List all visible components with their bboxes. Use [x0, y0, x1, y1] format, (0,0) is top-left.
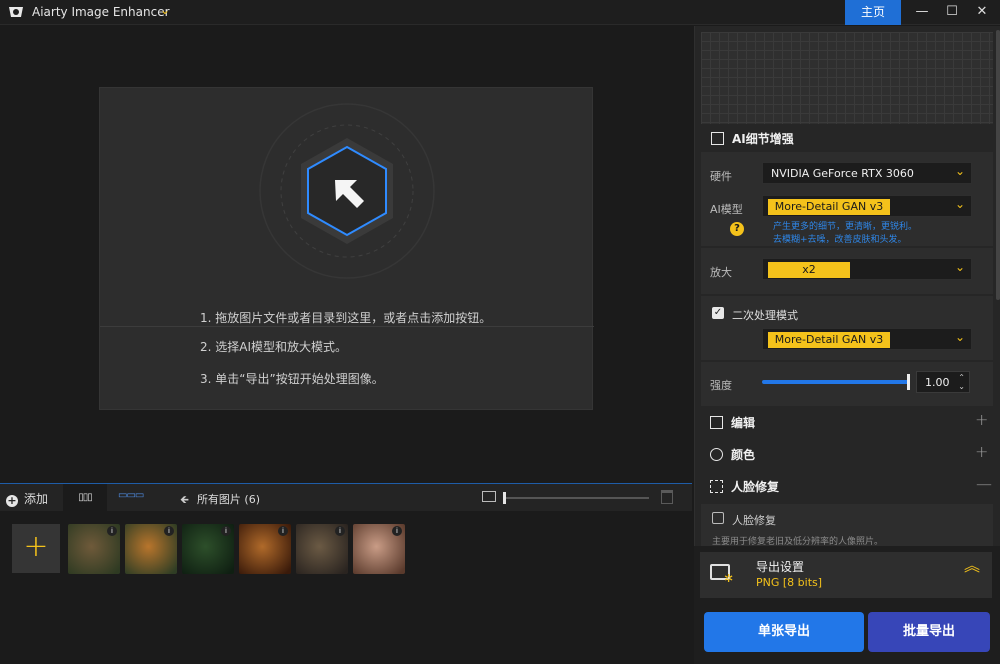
- strength-slider-handle[interactable]: [907, 374, 910, 390]
- app-logo-icon: [9, 7, 23, 17]
- single-export-button[interactable]: 单张导出: [704, 612, 864, 652]
- chevron-down-icon: ⌄: [954, 164, 965, 178]
- second-pass-model-value: More-Detail GAN v3: [768, 332, 890, 348]
- thumbnail-tiger[interactable]: i: [125, 524, 177, 574]
- model-select[interactable]: More-Detail GAN v3 ⌄: [762, 195, 972, 217]
- zoom-slider-handle[interactable]: [503, 492, 506, 504]
- second-pass-model-select[interactable]: More-Detail GAN v3 ⌄: [762, 328, 972, 350]
- thumbnail-toolbar: + 添加 ▯▯▯ ▭▭▭ 🡸 所有图片 (6): [0, 483, 692, 512]
- double-chevron-up-icon[interactable]: ︽: [964, 558, 980, 574]
- thumbnail-armored-animal[interactable]: i: [296, 524, 348, 574]
- edit-title: 编辑: [731, 416, 756, 430]
- strength-slider[interactable]: [762, 380, 910, 384]
- thumbnail-strip: + i i i i i i: [0, 512, 692, 662]
- palette-icon: [710, 448, 723, 461]
- plus-circle-icon: +: [6, 494, 18, 507]
- instruction-step-2: 2. 选择AI模型和放大模式。: [200, 340, 348, 354]
- export-settings-title: 导出设置: [756, 560, 805, 574]
- model-label: AI模型: [710, 203, 743, 216]
- second-pass-checkbox[interactable]: ✓: [712, 307, 724, 319]
- instruction-step-3: 3. 单击“导出”按钮开始处理图像。: [200, 372, 384, 386]
- strength-stepper[interactable]: 1.00 ⌃ ⌄: [916, 371, 970, 393]
- instruction-step-1: 1. 拖放图片文件或者目录到这里，或者点击添加按钮。: [200, 311, 492, 325]
- dropzone-divider: [100, 326, 594, 327]
- minimize-icon[interactable]: —: [912, 2, 932, 22]
- maximize-icon[interactable]: ☐: [942, 2, 962, 22]
- edit-icon: [710, 416, 723, 429]
- info-badge-icon: i: [164, 526, 174, 536]
- all-pictures-label: 所有图片 (6): [196, 493, 261, 506]
- main-canvas: 1. 拖放图片文件或者目录到这里，或者点击添加按钮。 2. 选择AI模型和放大模…: [0, 26, 692, 481]
- color-header[interactable]: 颜色: [710, 446, 755, 463]
- title-bar: Aiarty Image Enhancer ⌄ 主页 — ☐ ✕: [0, 0, 1000, 25]
- face-title: 人脸修复: [731, 480, 780, 494]
- add-button[interactable]: + 添加: [6, 490, 48, 507]
- batch-export-button[interactable]: 批量导出: [868, 612, 990, 652]
- face-header[interactable]: 人脸修复: [710, 478, 779, 495]
- panel-scrollbar[interactable]: [996, 30, 1000, 300]
- model-hint-line-2: 去模糊+去噪，改善皮肤和头发。: [773, 235, 907, 245]
- scale-select[interactable]: x2 ⌄: [762, 258, 972, 280]
- model-hint-line-1: 产生更多的细节，更清晰，更锐利。: [773, 222, 918, 232]
- model-value: More-Detail GAN v3: [768, 199, 890, 215]
- export-format: PNG [8 bits]: [756, 576, 823, 589]
- face-repair-checkbox[interactable]: [712, 512, 724, 524]
- info-badge-icon: i: [107, 526, 117, 536]
- info-badge-icon: i: [278, 526, 288, 536]
- hardware-value: NVIDIA GeForce RTX 3060: [771, 167, 914, 180]
- strength-label: 强度: [710, 379, 732, 392]
- home-button[interactable]: 主页: [845, 0, 901, 25]
- close-icon[interactable]: ✕: [972, 2, 992, 22]
- export-settings-box[interactable]: ✲ 导出设置 PNG [8 bits] ︽: [700, 552, 992, 598]
- info-badge-icon: i: [392, 526, 402, 536]
- trash-icon[interactable]: [661, 490, 673, 504]
- expand-plus-icon[interactable]: +: [975, 410, 988, 429]
- face-scan-icon: [710, 480, 723, 493]
- grid-view-icon[interactable]: ▯▯▯: [63, 484, 107, 512]
- add-image-tile[interactable]: +: [12, 524, 60, 573]
- info-badge-icon: i: [221, 526, 231, 536]
- add-label: 添加: [24, 492, 49, 506]
- upload-target-icon: [259, 103, 435, 279]
- scale-value: x2: [768, 262, 850, 278]
- thumbnail-zoom-slider[interactable]: [503, 497, 649, 499]
- face-repair-label: 人脸修复: [732, 514, 776, 527]
- chevron-down-icon: ⌄: [954, 197, 965, 211]
- app-menu-chevron-icon[interactable]: ⌄: [160, 3, 170, 17]
- hardware-select[interactable]: NVIDIA GeForce RTX 3060 ⌄: [762, 162, 972, 184]
- expand-plus-icon[interactable]: +: [975, 442, 988, 461]
- ai-detail-title: AI细节增强: [732, 132, 794, 146]
- ai-detail-header[interactable]: AI细节增强: [711, 130, 794, 147]
- all-pictures-filter[interactable]: 🡸 所有图片 (6): [180, 491, 260, 510]
- second-pass-label: 二次处理模式: [732, 309, 798, 322]
- preview-navigator: [701, 32, 993, 124]
- stepper-arrows-icon: ⌃ ⌄: [958, 373, 965, 391]
- enhance-icon: [711, 132, 724, 145]
- thumbnail-burger[interactable]: i: [239, 524, 291, 574]
- thumbnail-butterfly[interactable]: i: [68, 524, 120, 574]
- strip-view-icon[interactable]: ▭▭▭: [118, 490, 144, 501]
- app-title: Aiarty Image Enhancer: [32, 5, 170, 19]
- scale-label: 放大: [710, 266, 732, 279]
- drop-zone[interactable]: 1. 拖放图片文件或者目录到这里，或者点击添加按钮。 2. 选择AI模型和放大模…: [99, 87, 594, 410]
- collapse-minus-icon[interactable]: —: [976, 474, 992, 493]
- chevron-down-icon: ⌄: [954, 330, 965, 344]
- hardware-label: 硬件: [710, 170, 732, 183]
- image-icon: [482, 491, 496, 502]
- info-badge-icon: i: [335, 526, 345, 536]
- back-arrow-icon: 🡸: [180, 493, 189, 506]
- strength-value: 1.00: [925, 376, 950, 389]
- help-icon[interactable]: ?: [730, 222, 744, 236]
- thumbnail-portrait[interactable]: i: [353, 524, 405, 574]
- edit-header[interactable]: 编辑: [710, 414, 755, 431]
- thumbnail-forest-cup[interactable]: i: [182, 524, 234, 574]
- chevron-down-icon: ⌄: [954, 260, 965, 274]
- gear-icon: ✲: [724, 572, 734, 585]
- color-title: 颜色: [731, 448, 756, 462]
